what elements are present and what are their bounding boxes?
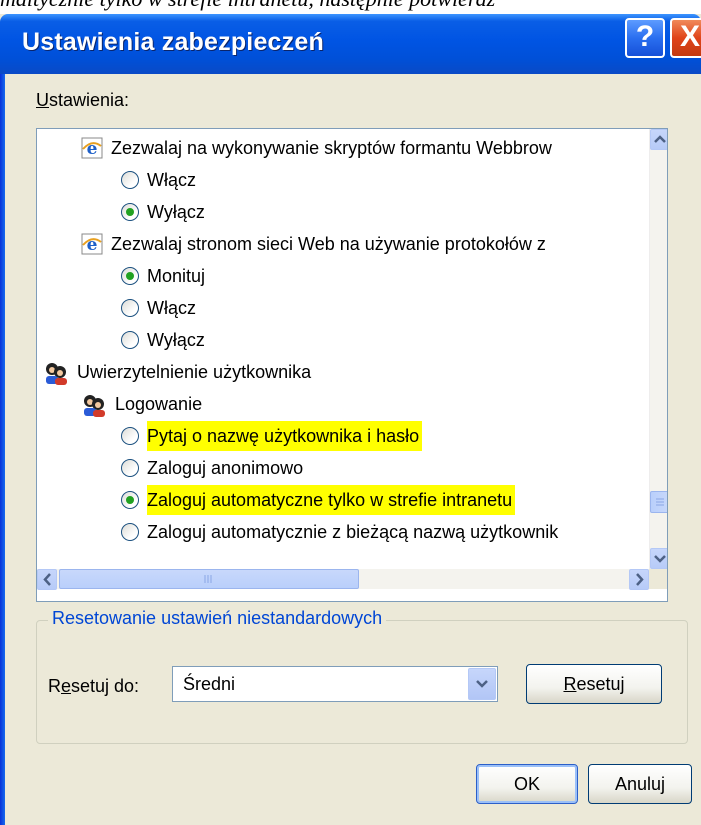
settings-label-accelerator: U xyxy=(36,90,49,110)
horizontal-scrollbar[interactable] xyxy=(37,569,649,590)
ie-icon: e xyxy=(81,233,103,255)
svg-text:e: e xyxy=(87,139,98,159)
radio-label: Włącz xyxy=(147,298,196,318)
settings-label: Ustawienia: xyxy=(36,90,129,111)
window-border xyxy=(0,74,5,825)
scroll-left-button[interactable] xyxy=(37,569,57,590)
user-icon xyxy=(46,363,67,385)
ok-button[interactable]: OK xyxy=(476,764,578,804)
close-button[interactable]: X xyxy=(670,18,701,58)
reset-level-select[interactable]: Średni xyxy=(172,666,498,702)
radio-button-checked[interactable] xyxy=(121,491,139,509)
setting-group: Uwierzytelnienie użytkownika xyxy=(43,357,637,387)
radio-option[interactable]: Wyłącz xyxy=(121,197,637,227)
scroll-right-button[interactable] xyxy=(629,569,649,590)
radio-option[interactable]: Pytaj o nazwę użytkownika i hasło xyxy=(121,421,637,451)
radio-label: Pytaj o nazwę użytkownika i hasło xyxy=(147,421,423,451)
reset-level-value: Średni xyxy=(183,674,236,694)
radio-button-checked[interactable] xyxy=(121,267,139,285)
help-button[interactable]: ? xyxy=(625,18,665,58)
vertical-scroll-thumb[interactable] xyxy=(650,491,667,513)
radio-button[interactable] xyxy=(121,523,139,541)
radio-option[interactable]: Włącz xyxy=(121,293,637,323)
reset-label-part: R xyxy=(48,676,61,696)
user-icon xyxy=(84,395,105,417)
reset-button[interactable]: Resetuj xyxy=(526,664,662,704)
radio-option[interactable]: Wyłącz xyxy=(121,325,637,355)
chevron-right-icon xyxy=(636,573,644,586)
radio-label: Zaloguj automatycznie z bieżącą nazwą uż… xyxy=(147,522,559,542)
radio-button[interactable] xyxy=(121,427,139,445)
setting-group-label: Zezwalaj stronom sieci Web na używanie p… xyxy=(111,234,546,254)
scroll-down-button[interactable] xyxy=(650,548,667,569)
reset-group-title: Resetowanie ustawień niestandardowych xyxy=(48,608,387,629)
scrollbar-corner xyxy=(649,569,667,589)
ie-icon: e xyxy=(81,137,103,159)
radio-label: Monituj xyxy=(147,266,206,286)
radio-label: Zaloguj anonimowo xyxy=(147,458,304,478)
radio-label: Wyłącz xyxy=(147,330,205,350)
setting-group-label: Zezwalaj na wykonywanie skryptów formant… xyxy=(111,138,552,158)
settings-tree-list[interactable]: e Zezwalaj na wykonywanie skryptów forman… xyxy=(36,128,668,602)
reset-button-label: esetuj xyxy=(576,674,625,694)
setting-group: Logowanie xyxy=(81,389,637,419)
radio-option[interactable]: Zaloguj automatyczne tylko w strefie int… xyxy=(121,485,637,515)
radio-option[interactable]: Zaloguj anonimowo xyxy=(121,453,637,483)
vertical-scrollbar[interactable] xyxy=(649,129,667,569)
reset-to-label: Resetuj do: xyxy=(48,676,139,697)
radio-button[interactable] xyxy=(121,459,139,477)
reset-button-accelerator: R xyxy=(563,674,577,694)
setting-group-label: Logowanie xyxy=(115,394,203,414)
radio-option[interactable]: Włącz xyxy=(121,165,637,195)
grip-icon xyxy=(204,575,212,583)
reset-label-accelerator: e xyxy=(61,676,72,696)
setting-group: e Zezwalaj na wykonywanie skryptów forman… xyxy=(81,133,637,163)
setting-group: e Zezwalaj stronom sieci Web na używanie … xyxy=(81,229,637,259)
chevron-left-icon xyxy=(43,573,51,586)
radio-button[interactable] xyxy=(121,331,139,349)
radio-button[interactable] xyxy=(121,299,139,317)
reset-label-rest: setuj do: xyxy=(71,676,140,696)
radio-button[interactable] xyxy=(121,171,139,189)
radio-option[interactable]: Zaloguj automatycznie z bieżącą nazwą uż… xyxy=(121,517,637,547)
horizontal-scroll-thumb[interactable] xyxy=(59,569,359,589)
cancel-button[interactable]: Anuluj xyxy=(588,764,692,804)
radio-label: Włącz xyxy=(147,170,196,190)
security-settings-dialog: Ustawienia zabezpieczeń ? X Ustawienia: … xyxy=(0,14,701,825)
radio-label: Wyłącz xyxy=(147,202,205,222)
radio-option[interactable]: Monituj xyxy=(121,261,637,291)
grip-icon xyxy=(656,498,664,506)
radio-button-checked[interactable] xyxy=(121,203,139,221)
chevron-down-icon xyxy=(654,555,666,563)
radio-label: Zaloguj automatyczne tylko w strefie int… xyxy=(147,485,516,515)
scroll-up-button[interactable] xyxy=(650,129,667,150)
svg-text:e: e xyxy=(87,235,98,255)
title-bar[interactable]: Ustawienia zabezpieczeń ? X xyxy=(0,14,701,74)
chevron-down-icon xyxy=(476,680,488,688)
window-title: Ustawienia zabezpieczeń xyxy=(22,28,324,56)
dropdown-button[interactable] xyxy=(468,668,496,700)
setting-group-label: Uwierzytelnienie użytkownika xyxy=(77,362,312,382)
settings-label-text: stawienia: xyxy=(49,90,130,110)
chevron-up-icon xyxy=(654,135,666,143)
